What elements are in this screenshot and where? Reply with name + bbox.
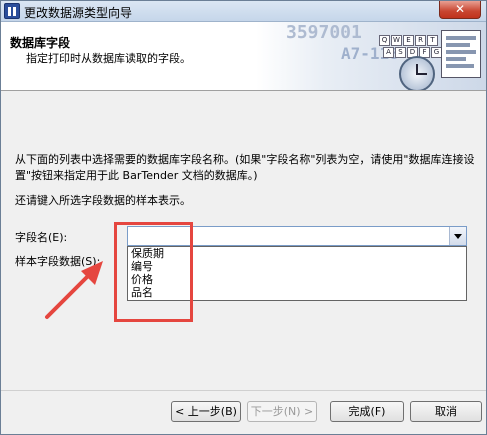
key: A — [383, 47, 394, 58]
header-illustration: 3597001 A7-118 Q W E R T A S D F G — [256, 22, 486, 90]
key: E — [403, 35, 414, 46]
key: Q — [379, 35, 390, 46]
document-icon — [441, 30, 481, 78]
bartender-app-icon — [4, 3, 20, 19]
key: W — [391, 35, 402, 46]
key: S — [395, 47, 406, 58]
back-button[interactable]: < 上一步(B) — [171, 401, 241, 422]
chevron-down-icon[interactable] — [449, 227, 466, 245]
window-title: 更改数据源类型向导 — [24, 6, 133, 20]
field-name-label: 字段名(E): — [15, 231, 68, 244]
close-button[interactable]: ✕ — [439, 1, 481, 19]
wizard-header: 数据库字段 指定打印时从数据库读取的字段。 3597001 A7-118 Q W… — [1, 22, 486, 91]
key: T — [427, 35, 438, 46]
wizard-window: 更改数据源类型向导 ✕ 数据库字段 指定打印时从数据库读取的字段。 359700… — [0, 0, 487, 435]
sample-instruction-text: 还请键入所选字段数据的样本表示。 — [15, 194, 191, 207]
title-bar: 更改数据源类型向导 ✕ — [1, 1, 486, 22]
clock-icon — [399, 56, 435, 90]
button-bar: < 上一步(B) 下一步(N) > 完成(F) 取消 — [1, 390, 486, 434]
finish-button[interactable]: 完成(F) — [330, 401, 404, 422]
wizard-content: 从下面的列表中选择需要的数据库字段名称。(如果"字段名称"列表为空，请使用"数据… — [1, 92, 486, 390]
next-button[interactable]: 下一步(N) > — [247, 401, 317, 422]
cancel-button[interactable]: 取消 — [410, 401, 482, 422]
instruction-text: 从下面的列表中选择需要的数据库字段名称。(如果"字段名称"列表为空，请使用"数据… — [15, 153, 475, 182]
key: R — [415, 35, 426, 46]
red-arrow-icon — [45, 261, 103, 319]
barcode-number-text: 3597001 — [286, 22, 362, 43]
page-title: 数据库字段 — [10, 36, 71, 50]
page-subtitle: 指定打印时从数据库读取的字段。 — [26, 52, 191, 65]
red-highlight-box — [114, 222, 193, 322]
